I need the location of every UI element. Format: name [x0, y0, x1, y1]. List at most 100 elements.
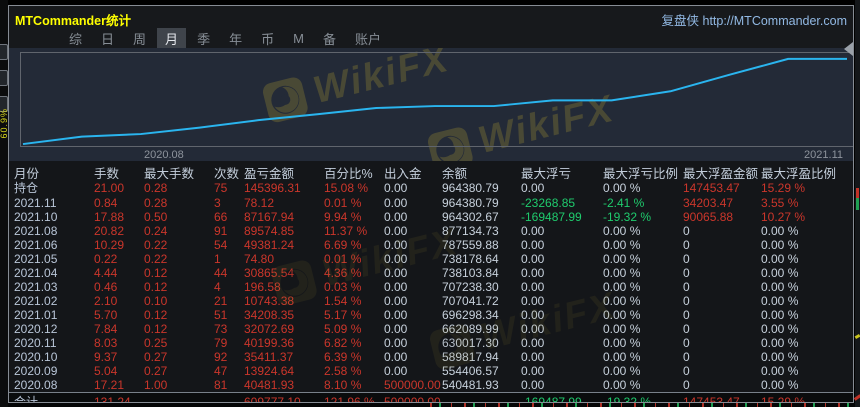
table-cell: 738178.64 [442, 252, 499, 266]
right-sliver-red-tick [856, 188, 859, 198]
brand-link[interactable]: 复盘侠 http://MTCommander.com [662, 10, 847, 29]
table-row[interactable]: 2021.06 10.29 0.22 54 49381.24 6.69 % 0.00 7875… [14, 238, 853, 252]
table-cell: 0.00 [521, 180, 545, 195]
table-cell: 0.00 % [761, 238, 799, 252]
table-cell: 17.88 [94, 210, 125, 224]
table-row[interactable]: 持仓 21.00 0.28 75 145396.31 15.08 % 0.00 964380.… [14, 179, 853, 196]
table-cell: 2021.04 [14, 266, 58, 280]
table-cell: 2020.08 [14, 378, 58, 392]
table-row[interactable]: 2021.04 4.44 0.12 44 30865.54 4.36 % 0.00 73810… [14, 266, 853, 280]
table-cell: 2020.11 [14, 336, 57, 350]
table-cell: 0.00 % [603, 364, 641, 378]
table-row[interactable]: 2020.11 8.03 0.25 79 40199.36 6.82 % 0.00 63001… [14, 336, 853, 350]
table-cell: 0.03 % [324, 280, 362, 294]
table-row[interactable]: 2021.11 0.84 0.28 3 78.12 0.01 % 0.00 964380.79… [14, 196, 853, 210]
table-cell: 92 [214, 350, 228, 364]
table-cell: 707041.72 [442, 294, 499, 308]
column-header: 最大浮亏 [521, 167, 572, 179]
table-row[interactable]: 2021.05 0.22 0.22 1 74.80 0.01 % 0.00 738178.64… [14, 252, 853, 266]
table-cell: 21 [214, 294, 228, 308]
table-row[interactable]: 2021.08 20.82 0.24 91 89574.85 11.37 % 0.00 877… [14, 224, 853, 238]
table-cell: 0 [683, 280, 690, 294]
table-cell: 2021.03 [14, 280, 58, 294]
table-cell: 1.54 % [324, 294, 362, 308]
table-cell: 196.58 [244, 280, 281, 294]
menu-item-nian[interactable]: 年 [221, 28, 250, 49]
table-cell: 2020.09 [14, 364, 58, 378]
table-cell: 500000.00 [384, 378, 441, 392]
table-cell: 0.00 [521, 308, 545, 322]
menu-item-bi[interactable]: 币 [253, 28, 282, 49]
table-cell: 0.00 % [761, 252, 799, 266]
table-cell: 0.00 [521, 322, 545, 336]
menu-item-ji[interactable]: 季 [189, 28, 218, 49]
left-sliver-button[interactable] [0, 70, 8, 86]
table-cell: -19.32 % [603, 394, 652, 403]
left-sliver-button[interactable] [0, 44, 8, 60]
table-cell: 40199.36 [244, 336, 295, 350]
background-window-bottom-sliver [8, 403, 430, 407]
table-cell: 0 [683, 350, 690, 364]
menu-item-m[interactable]: M [285, 30, 312, 47]
table-cell: 4 [214, 280, 221, 294]
table-cell: 5.17 % [324, 308, 362, 322]
table-cell: 4.44 [94, 266, 118, 280]
equity-chart: WikiFX WikiFX 2020.08 2021.11 [9, 48, 853, 161]
table-cell: 0.00 [384, 308, 408, 322]
table-cell: 0.01 % [324, 196, 362, 210]
menu-item-bei[interactable]: 备 [315, 28, 344, 49]
column-header: 次数 [214, 167, 240, 179]
table-cell: 0.10 [144, 294, 168, 308]
table-cell: 1 [214, 252, 221, 266]
table-cell: 0.00 % [761, 350, 799, 364]
table-cell: 0 [683, 266, 690, 280]
table-cell: -169487.99 [521, 210, 582, 224]
chart-plot [20, 52, 853, 147]
table-cell: 11.37 % [324, 224, 368, 238]
menu-item-zong[interactable]: 综 [61, 28, 90, 49]
table-cell: 0.00 [521, 238, 545, 252]
table-cell: 15.08 % [324, 180, 369, 195]
table-cell: 87167.94 [244, 210, 295, 224]
table-cell: 4.36 % [324, 266, 362, 280]
table-cell: 0.00 [384, 210, 408, 224]
table-cell: 0.00 [384, 196, 408, 210]
table-cell: 0.00 [521, 224, 545, 238]
table-cell: 145396.31 [244, 180, 301, 195]
table-cell: 738103.84 [442, 266, 499, 280]
table-row[interactable]: 2021.10 17.88 0.50 66 87167.94 9.94 % 0.00 9643… [14, 210, 853, 224]
table-cell: 0.00 % [603, 336, 641, 350]
table-cell: 0 [683, 322, 690, 336]
table-cell: 15.29 % [761, 180, 806, 195]
table-row[interactable]: 2020.10 9.37 0.27 92 35411.37 6.39 % 0.00 58981… [14, 350, 853, 364]
table-cell: 0.00 % [761, 308, 799, 322]
table-cell: -19.32 % [603, 210, 652, 224]
table-cell: 0.00 [384, 322, 408, 336]
table-cell: 44 [214, 266, 228, 280]
table-cell: 89574.85 [244, 224, 295, 238]
menu-item-zhanghu[interactable]: 账户 [347, 28, 389, 49]
table-cell: 2020.12 [14, 322, 58, 336]
table-cell: 0.00 % [761, 266, 799, 280]
table-cell: 0 [683, 252, 690, 266]
chart-end-arrow-icon[interactable] [844, 42, 853, 56]
table-cell: 47 [214, 364, 228, 378]
table-cell: 0.22 [144, 252, 168, 266]
table-cell: 91 [214, 224, 228, 238]
menu-item-ri[interactable]: 日 [93, 28, 122, 49]
table-cell: 787559.88 [442, 238, 499, 252]
table-row[interactable]: 2020.08 17.21 1.00 81 40481.93 8.10 % 500000.0… [14, 378, 853, 392]
table-row[interactable]: 2021.02 2.10 0.10 21 10743.38 1.54 % 0.00 70704… [14, 294, 853, 308]
table-row[interactable]: 2021.03 0.46 0.12 4 196.58 0.03 % 0.00 707238.3… [14, 280, 853, 294]
table-cell: 7.84 [94, 322, 118, 336]
menu-item-zhou[interactable]: 周 [125, 28, 154, 49]
table-row[interactable]: 2020.09 5.04 0.27 47 13924.64 2.58 % 0.00 55440… [14, 364, 853, 378]
table-row[interactable]: 2020.12 7.84 0.12 73 32072.69 5.09 % 0.00 66208… [14, 322, 853, 336]
table-cell: 2021.11 [14, 196, 57, 210]
total-row[interactable]: 合计 131.24 609777.10 121.96 % 500000.00 -16948… [9, 392, 853, 402]
table-cell: 0.00 % [603, 322, 641, 336]
table-cell: 609777.10 [244, 394, 301, 403]
table-row[interactable]: 2021.01 5.70 0.12 51 34208.35 5.17 % 0.00 69629… [14, 308, 853, 322]
menu-item-yue[interactable]: 月 [157, 27, 187, 49]
table-cell: 66 [214, 210, 228, 224]
